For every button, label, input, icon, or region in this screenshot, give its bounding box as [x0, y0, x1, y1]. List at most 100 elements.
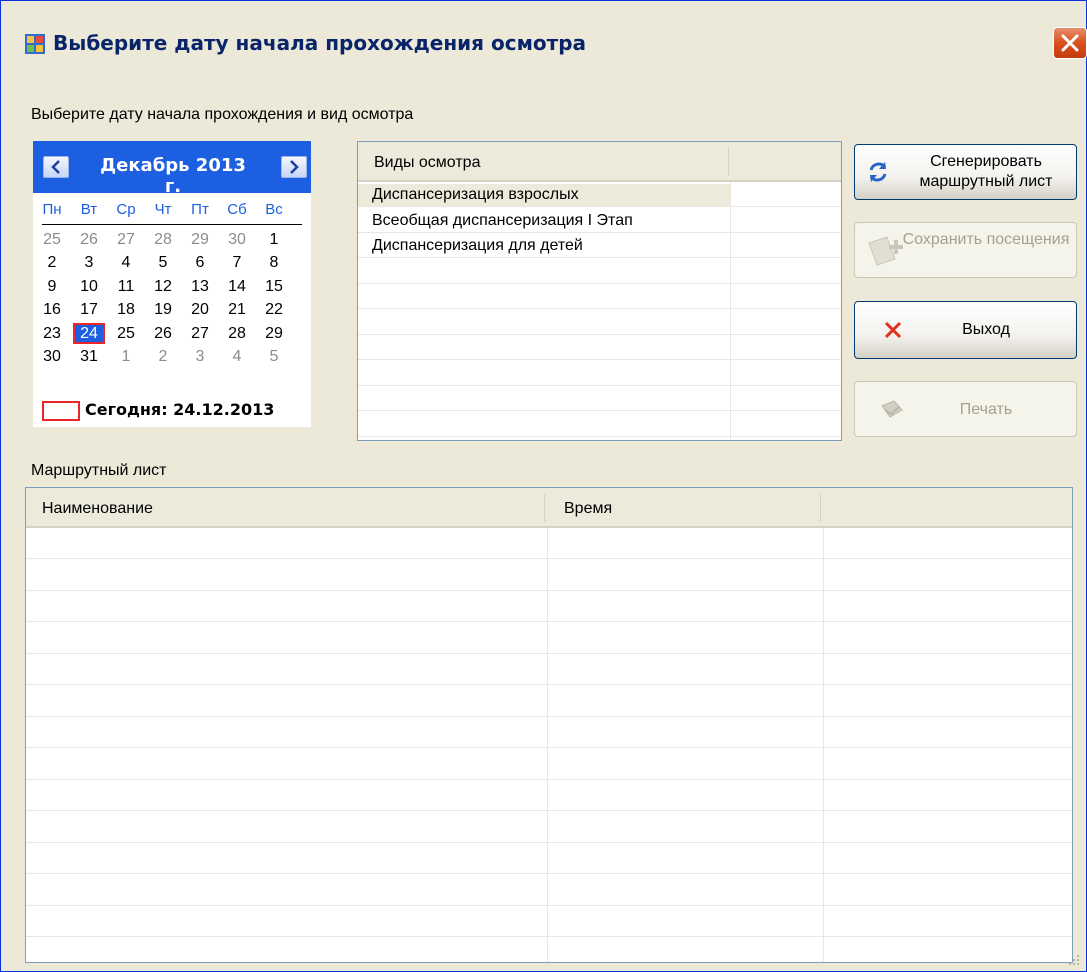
calendar-header: Декабрь 2013 г.	[33, 141, 311, 197]
resize-grip-icon[interactable]	[1065, 951, 1081, 967]
calendar-day[interactable]: 11	[111, 277, 141, 296]
calendar-day[interactable]: 29	[185, 230, 215, 249]
calendar-day[interactable]: 30	[222, 230, 252, 249]
calendar-day[interactable]: 6	[185, 253, 215, 272]
calendar-day[interactable]: 10	[74, 277, 104, 296]
route-row-divider	[26, 810, 1072, 811]
calendar-day[interactable]: 21	[222, 300, 252, 319]
calendar-day[interactable]: 27	[111, 230, 141, 249]
prev-month-button[interactable]	[43, 156, 69, 178]
calendar-day[interactable]: 3	[74, 253, 104, 272]
route-list[interactable]: Наименование Время	[25, 487, 1073, 969]
weekday-label: Чт	[154, 201, 172, 218]
calendar-day[interactable]: 24	[73, 322, 105, 344]
calendar-day[interactable]: 28	[148, 230, 178, 249]
calendar-day[interactable]: 16	[37, 300, 67, 319]
next-month-button[interactable]	[281, 156, 307, 178]
calendar-day[interactable]: 8	[259, 253, 289, 272]
calendar-day[interactable]: 2	[37, 253, 67, 272]
exam-type-row[interactable]: Диспансеризация для детей	[372, 237, 583, 255]
calendar-day[interactable]: 20	[185, 300, 215, 319]
calendar-day[interactable]: 26	[74, 230, 104, 249]
title-bar: Выберите дату начала прохождения осмотра	[1, 1, 1087, 91]
calendar-day[interactable]: 22	[259, 300, 289, 319]
column-divider	[823, 528, 824, 962]
month-calendar[interactable]: Декабрь 2013 г. Пн Вт Ср Чт Пт Сб Вс 25 2…	[33, 141, 311, 427]
close-button[interactable]	[1053, 27, 1087, 59]
column-header-name[interactable]: Наименование	[42, 500, 153, 518]
calendar-day[interactable]: 29	[259, 324, 289, 343]
calendar-day[interactable]: 17	[74, 300, 104, 319]
column-divider	[544, 494, 545, 522]
calendar-day[interactable]: 4	[222, 347, 252, 366]
generate-route-button[interactable]: Сгенерировать маршрутный лист	[854, 144, 1077, 200]
exit-button[interactable]: Выход	[854, 301, 1077, 359]
row-divider	[358, 384, 841, 386]
calendar-day[interactable]: 7	[222, 253, 252, 272]
route-row-divider	[26, 589, 1072, 591]
calendar-day[interactable]: 26	[148, 324, 178, 343]
today-label[interactable]: Сегодня: 24.12.2013	[85, 400, 274, 419]
row-divider	[358, 333, 841, 335]
column-header-time[interactable]: Время	[564, 500, 612, 518]
calendar-day[interactable]: 14	[222, 277, 252, 296]
calendar-day[interactable]: 25	[111, 324, 141, 343]
route-row-divider	[26, 778, 1072, 780]
route-row-divider	[26, 747, 1072, 748]
calendar-day[interactable]: 12	[148, 277, 178, 296]
exam-types-list[interactable]: Виды осмотра Диспансеризация взрослых Все…	[357, 141, 842, 441]
column-header-types[interactable]: Виды осмотра	[374, 154, 480, 172]
instruction-label: Выберите дату начала прохождения и вид о…	[31, 106, 414, 123]
calendar-day[interactable]: 23	[37, 324, 67, 343]
route-row-divider	[26, 904, 1072, 906]
route-row-divider	[26, 936, 1072, 937]
calendar-day[interactable]: 1	[259, 230, 289, 249]
row-divider	[358, 435, 841, 437]
print-button[interactable]: Печать	[854, 381, 1077, 437]
route-row-divider	[26, 558, 1072, 559]
calendar-day[interactable]: 5	[148, 253, 178, 272]
column-divider	[547, 528, 548, 962]
exit-label: Выход	[962, 321, 1010, 338]
calendar-day[interactable]: 3	[185, 347, 215, 366]
calendar-day[interactable]: 28	[222, 324, 252, 343]
route-row-divider	[26, 841, 1072, 843]
calendar-day[interactable]: 5	[259, 347, 289, 366]
app-icon	[25, 34, 45, 54]
weekday-label: Пт	[191, 201, 209, 218]
calendar-day[interactable]: 30	[37, 347, 67, 366]
row-divider	[358, 257, 841, 258]
calendar-day[interactable]: 31	[74, 347, 104, 366]
calendar-month-title[interactable]: Декабрь 2013 г.	[93, 155, 253, 197]
weekday-label: Ср	[116, 201, 136, 218]
column-divider	[820, 494, 821, 522]
calendar-day[interactable]: 4	[111, 253, 141, 272]
calendar-day[interactable]: 18	[111, 300, 141, 319]
weekday-label: Вт	[80, 201, 98, 218]
generate-route-label: Сгенерировать маршрутный лист	[919, 153, 1053, 190]
route-list-label: Маршрутный лист	[31, 462, 167, 479]
calendar-day[interactable]: 1	[111, 347, 141, 366]
window-title: Выберите дату начала прохождения осмотра	[53, 31, 587, 55]
today-marker	[42, 401, 80, 421]
calendar-day[interactable]: 25	[37, 230, 67, 249]
calendar-day[interactable]: 2	[148, 347, 178, 366]
exam-type-row[interactable]: Диспансеризация взрослых	[372, 186, 579, 204]
route-row-divider	[26, 652, 1072, 654]
close-icon	[1061, 34, 1079, 52]
row-divider	[358, 410, 841, 411]
route-row-divider	[26, 873, 1072, 874]
save-visits-button[interactable]: Сохранить посещения	[854, 222, 1077, 278]
close-icon	[884, 321, 902, 339]
row-divider	[358, 359, 841, 360]
route-row-divider	[26, 684, 1072, 685]
calendar-day[interactable]: 13	[185, 277, 215, 296]
exam-type-row[interactable]: Всеобщая диспансеризация I Этап	[372, 212, 633, 230]
calendar-day[interactable]: 15	[259, 277, 289, 296]
calendar-day[interactable]: 19	[148, 300, 178, 319]
chevron-right-icon	[290, 160, 299, 174]
save-visits-label: Сохранить посещения	[902, 231, 1070, 248]
calendar-day[interactable]: 27	[185, 324, 215, 343]
calendar-day[interactable]: 9	[37, 277, 67, 296]
row-divider	[358, 231, 841, 233]
